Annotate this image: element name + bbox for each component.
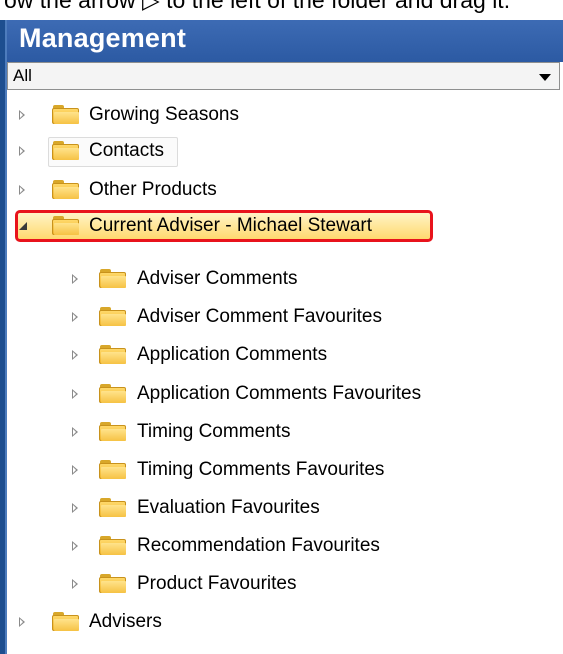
tree-node-growing-seasons[interactable]: Growing Seasons: [7, 101, 563, 129]
expand-arrow-icon[interactable]: [19, 185, 25, 195]
panel-header: Management: [7, 20, 563, 62]
tree-node-evaluation-favourites[interactable]: Evaluation Favourites: [7, 494, 563, 522]
panel-title: Management: [19, 23, 187, 53]
folder-icon: [99, 574, 127, 593]
instruction-text-cropped: ow the arrow ▷ to the left of the folder…: [0, 0, 563, 20]
folder-icon: [99, 384, 127, 403]
tree-node-product-favourites[interactable]: Product Favourites: [7, 570, 563, 598]
folder-icon: [99, 307, 127, 326]
tree-node-label: Advisers: [89, 611, 162, 632]
tree-node-application-comments[interactable]: Application Comments: [7, 341, 563, 369]
tree-node-current-adviser[interactable]: Current Adviser - Michael Stewart: [7, 210, 563, 242]
expand-arrow-icon[interactable]: [19, 146, 25, 156]
expand-arrow-icon[interactable]: [72, 312, 78, 322]
instruction-text: ow the arrow ▷ to the left of the folder…: [4, 0, 511, 13]
tree-node-label: Evaluation Favourites: [137, 497, 320, 518]
tree-node-application-comments-favourites[interactable]: Application Comments Favourites: [7, 380, 563, 408]
filter-dropdown[interactable]: All: [7, 62, 560, 90]
tree-node-timing-comments-favourites[interactable]: Timing Comments Favourites: [7, 456, 563, 484]
tree-node-label: Growing Seasons: [89, 104, 239, 125]
expand-arrow-icon[interactable]: [72, 503, 78, 513]
tree-node-label: Product Favourites: [137, 573, 297, 594]
expand-arrow-icon[interactable]: [72, 274, 78, 284]
folder-icon: [52, 141, 80, 160]
tree-view: Growing Seasons Contacts Other Products …: [7, 90, 563, 654]
folder-icon: [99, 269, 127, 288]
expand-arrow-icon[interactable]: [72, 389, 78, 399]
tree-node-label: Adviser Comment Favourites: [137, 306, 382, 327]
tree-node-timing-comments[interactable]: Timing Comments: [7, 418, 563, 446]
tree-node-advisers[interactable]: Advisers: [7, 608, 563, 636]
tree-node-label: Timing Comments: [137, 421, 291, 442]
tree-node-recommendation-favourites[interactable]: Recommendation Favourites: [7, 532, 563, 560]
expand-arrow-icon[interactable]: [19, 617, 25, 627]
folder-icon: [99, 498, 127, 517]
folder-icon: [52, 105, 80, 124]
folder-open-icon: [52, 216, 80, 235]
expand-arrow-icon[interactable]: [72, 350, 78, 360]
tree-node-label: Other Products: [89, 179, 217, 200]
folder-icon: [99, 422, 127, 441]
folder-icon: [99, 345, 127, 364]
expand-arrow-icon[interactable]: [19, 110, 25, 120]
tree-node-label: Current Adviser - Michael Stewart: [89, 215, 372, 236]
chevron-down-icon[interactable]: [539, 74, 551, 81]
filter-selected-value: All: [13, 66, 32, 85]
folder-icon: [52, 180, 80, 199]
panel-left-border: [0, 20, 7, 654]
tree-node-label: Timing Comments Favourites: [137, 459, 385, 480]
expand-arrow-icon[interactable]: [72, 579, 78, 589]
expand-arrow-icon[interactable]: [72, 465, 78, 475]
tree-node-label: Application Comments: [137, 344, 328, 365]
expand-arrow-icon[interactable]: [72, 427, 78, 437]
tree-node-contacts[interactable]: Contacts: [7, 137, 563, 167]
tree-node-other-products[interactable]: Other Products: [7, 176, 563, 204]
folder-icon: [99, 460, 127, 479]
tree-node-label: Adviser Comments: [137, 268, 298, 289]
tree-node-label: Recommendation Favourites: [137, 535, 380, 556]
tree-node-label: Contacts: [89, 140, 164, 161]
folder-icon: [99, 536, 127, 555]
tree-node-adviser-comments[interactable]: Adviser Comments: [7, 265, 563, 293]
folder-icon: [52, 612, 80, 631]
tree-node-label: Application Comments Favourites: [137, 383, 422, 404]
expand-arrow-icon[interactable]: [72, 541, 78, 551]
tree-node-adviser-comment-favourites[interactable]: Adviser Comment Favourites: [7, 303, 563, 331]
